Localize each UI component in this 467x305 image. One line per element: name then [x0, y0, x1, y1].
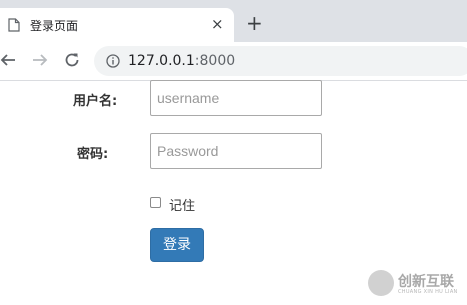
tab-strip: 登录页面 × +: [0, 0, 467, 42]
login-button[interactable]: 登录: [150, 228, 204, 262]
tab-title: 登录页面: [30, 19, 79, 33]
browser-toolbar: 127.0.0.1:8000: [0, 42, 467, 81]
reload-icon[interactable]: [64, 52, 80, 68]
url-text: 127.0.0.1:8000: [128, 53, 235, 69]
browser-tab[interactable]: 登录页面 ×: [0, 8, 234, 42]
username-label: 用户名:: [73, 94, 118, 109]
username-input[interactable]: [150, 80, 322, 116]
arrow-right-icon[interactable]: [32, 52, 48, 68]
info-icon[interactable]: [106, 54, 120, 68]
watermark-text: 创新互联: [398, 274, 454, 290]
arrow-left-icon[interactable]: [0, 52, 16, 68]
remember-checkbox[interactable]: [150, 197, 161, 208]
password-input[interactable]: [150, 133, 322, 169]
logo-icon: [368, 270, 394, 296]
close-icon[interactable]: ×: [211, 15, 224, 33]
password-label: 密码:: [77, 147, 109, 162]
watermark-subtext: CHUANG XIN HU LIAN: [398, 289, 458, 295]
url-port: :8000: [194, 53, 236, 69]
address-bar[interactable]: 127.0.0.1:8000: [94, 46, 467, 76]
page-icon: [8, 18, 20, 32]
new-tab-button[interactable]: +: [246, 13, 263, 33]
watermark-logo: 创新互联 CHUANG XIN HU LIAN: [366, 262, 467, 305]
url-host: 127.0.0.1: [128, 53, 195, 69]
remember-label: 记住: [169, 199, 196, 214]
